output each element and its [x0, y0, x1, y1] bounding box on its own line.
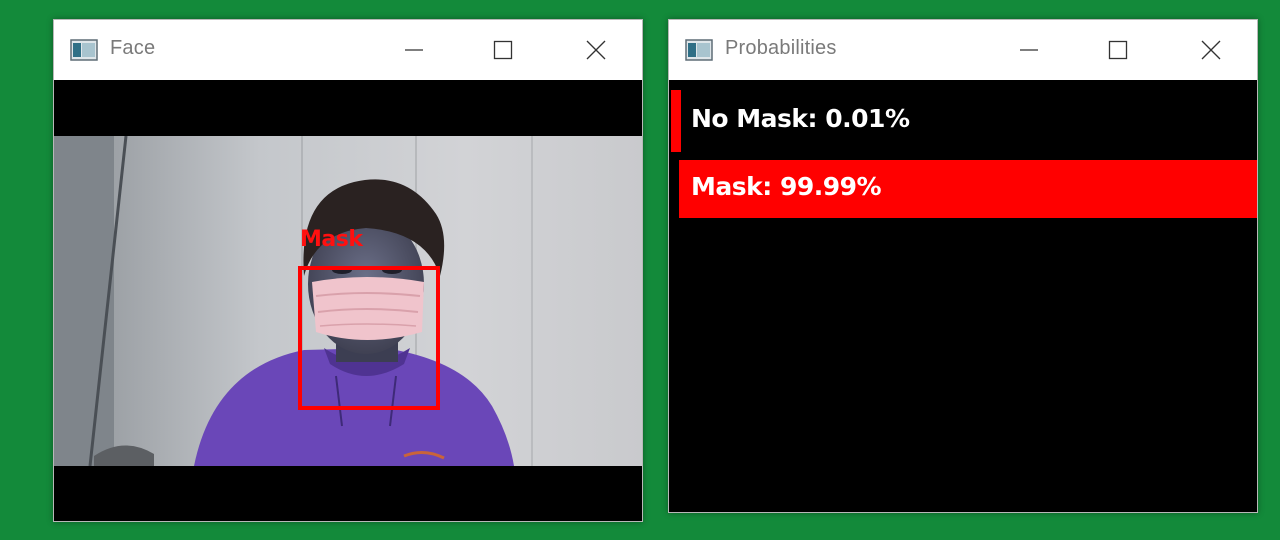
- app-window-icon: [70, 39, 98, 61]
- face-client-area: Mask: [54, 80, 642, 521]
- probability-row-no-mask: No Mask: 0.01%: [669, 90, 1257, 152]
- face-window-title: Face: [110, 37, 156, 59]
- maximize-icon: [493, 40, 513, 60]
- close-button[interactable]: [1191, 34, 1231, 66]
- minimize-button[interactable]: [1009, 34, 1049, 66]
- app-window-icon: [685, 39, 713, 61]
- probability-label-no-mask: No Mask: 0.01%: [691, 104, 910, 133]
- face-titlebar[interactable]: Face: [54, 20, 642, 80]
- probability-label-mask: Mask: 99.99%: [691, 172, 882, 201]
- minimize-button[interactable]: [394, 34, 434, 66]
- maximize-button[interactable]: [1098, 34, 1138, 66]
- close-icon: [1201, 40, 1221, 60]
- probabilities-window-title: Probabilities: [725, 37, 837, 59]
- minimize-icon: [405, 49, 423, 51]
- probability-bar-no-mask: [671, 90, 681, 152]
- face-window: Face Mask: [53, 19, 643, 522]
- detection-bounding-box: [298, 266, 440, 410]
- probabilities-window: Probabilities No Mask: 0.01% Mask: 99.99…: [668, 19, 1258, 513]
- maximize-button[interactable]: [483, 34, 523, 66]
- maximize-icon: [1108, 40, 1128, 60]
- probability-row-mask: Mask: 99.99%: [669, 158, 1257, 220]
- camera-feed: Mask: [54, 136, 642, 466]
- detection-label: Mask: [300, 227, 363, 252]
- probabilities-client-area: No Mask: 0.01% Mask: 99.99%: [669, 80, 1257, 512]
- probabilities-titlebar[interactable]: Probabilities: [669, 20, 1257, 80]
- close-button[interactable]: [576, 34, 616, 66]
- minimize-icon: [1020, 49, 1038, 51]
- close-icon: [586, 40, 606, 60]
